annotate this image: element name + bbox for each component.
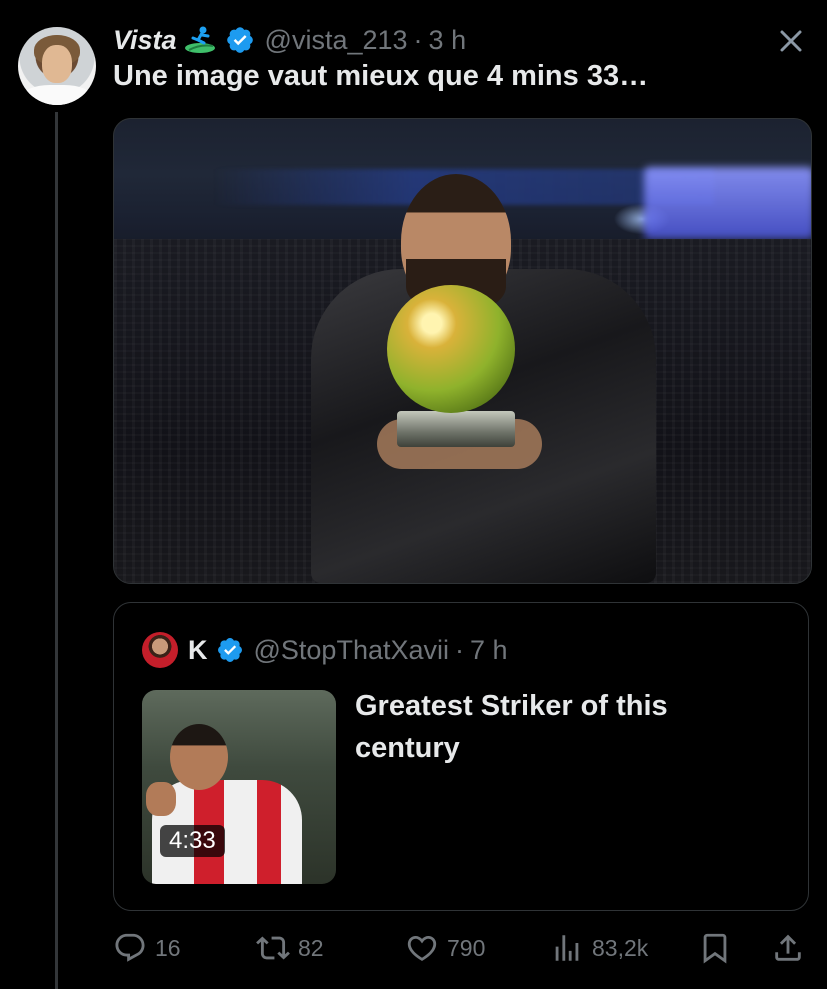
share-icon	[775, 934, 801, 961]
like-count: 790	[447, 934, 486, 961]
video-duration-badge: 4:33	[160, 825, 225, 857]
timestamp[interactable]: 3 h	[429, 25, 467, 56]
reply-count: 16	[155, 934, 181, 961]
separator-dot: ·	[413, 24, 423, 55]
retweet-count: 82	[298, 934, 324, 961]
quoted-author-avatar[interactable]	[142, 632, 178, 668]
quoted-tweet-text: Greatest Striker of this century	[355, 690, 668, 764]
tweet[interactable]: Vista @vista_213 · 3 h Une image vaut mi…	[0, 0, 827, 989]
quoted-tweet[interactable]: K @StopThatXavii · 7 h 4:33 Greatest Str…	[113, 602, 809, 911]
bookmark-icon	[703, 933, 727, 964]
quoted-tweet-header: K @StopThatXavii · 7 h	[142, 632, 508, 668]
author-name[interactable]: Vista	[113, 25, 177, 56]
views-button[interactable]: 83,2k	[550, 928, 648, 968]
author-avatar[interactable]	[18, 27, 96, 105]
action-bar: 16 82 790 83,2k	[113, 928, 813, 968]
verified-icon	[217, 638, 242, 662]
views-icon	[555, 935, 579, 961]
separator-dot: ·	[455, 634, 464, 665]
share-button[interactable]	[771, 928, 805, 968]
reply-icon	[115, 933, 145, 962]
quoted-author-handle[interactable]: @StopThatXavii	[254, 635, 450, 666]
author-handle[interactable]: @vista_213	[265, 25, 408, 56]
close-icon[interactable]	[776, 26, 806, 56]
tweet-text: Une image vaut mieux que 4 mins 33…	[113, 60, 649, 92]
tweet-header: Vista @vista_213 · 3 h	[113, 22, 466, 58]
quoted-video-thumbnail[interactable]: 4:33	[142, 690, 336, 884]
quoted-author-name[interactable]: K	[188, 635, 208, 666]
retweet-icon	[256, 936, 290, 960]
tweet-photo[interactable]	[113, 118, 812, 584]
retweet-button[interactable]: 82	[256, 928, 324, 968]
surfer-emoji-icon	[183, 24, 217, 56]
bookmark-button[interactable]	[698, 928, 732, 968]
quoted-timestamp[interactable]: 7 h	[470, 635, 508, 666]
thread-line	[55, 112, 58, 989]
reply-button[interactable]: 16	[113, 928, 181, 968]
like-button[interactable]: 790	[405, 928, 485, 968]
like-icon	[407, 935, 437, 961]
verified-icon	[226, 27, 253, 53]
view-count: 83,2k	[592, 934, 649, 961]
